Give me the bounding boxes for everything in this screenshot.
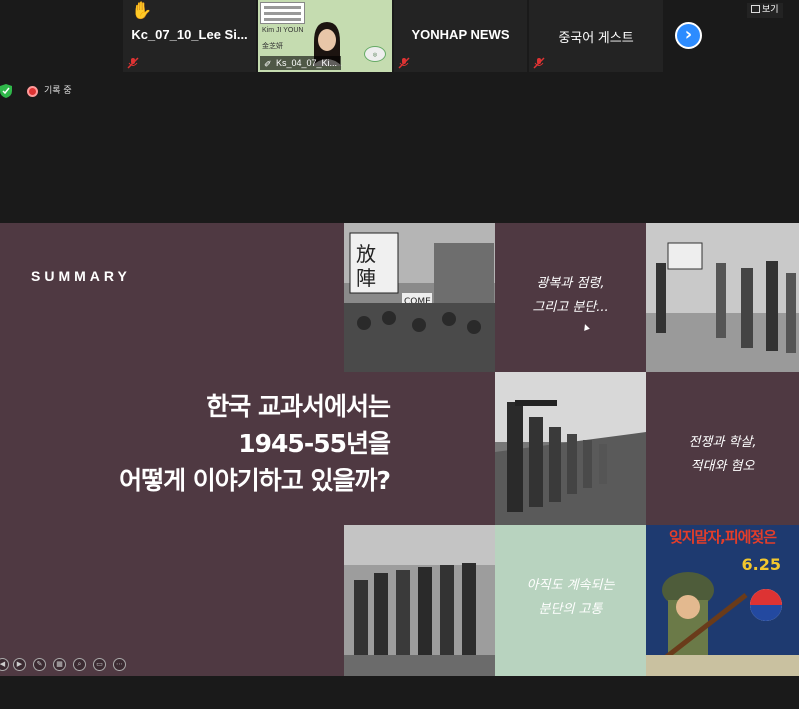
school-logo: ◎ — [364, 46, 386, 62]
caption-line: 전쟁과 학살, — [688, 435, 757, 450]
meeting-window: ✋ Kc_07_10_Lee Si... Kim JI YOUN 金芝妍 ◎ ✐… — [0, 0, 799, 709]
participant-name: Kc_07_10_Lee Si... — [131, 27, 248, 42]
muted-mic-icon — [398, 57, 410, 69]
slides-grid-icon[interactable]: ▦ — [53, 658, 66, 671]
photo-liberation-crowd: 放 陣 COME — [344, 223, 495, 372]
svg-text:陣: 陣 — [356, 266, 376, 290]
raised-hand-icon: ✋ — [131, 1, 153, 21]
shield-icon[interactable] — [0, 84, 12, 98]
poster-625: 잊지말자,피에젖은 6.25 — [646, 525, 799, 676]
photo-soldiers-march — [495, 372, 646, 525]
caption-line: 적대와 혐오 — [690, 459, 755, 474]
participant-tile-chinese-guest[interactable]: 중국어 게스트 — [529, 0, 663, 72]
shared-slide: SUMMARY 한국 교과서에서는 1945-55년을 어떻게 이야기하고 있을… — [0, 223, 799, 676]
photo-prisoners-line — [344, 525, 495, 676]
participant-name: 중국어 게스트 — [558, 30, 634, 45]
comic-image — [260, 2, 305, 24]
subtitles-icon[interactable]: ▭ — [93, 658, 106, 671]
caption-line: 분단의 고통 — [538, 602, 603, 617]
headline-line: 한국 교과서에서는 — [206, 392, 391, 421]
caption-line: 그리고 분단... — [532, 300, 609, 315]
participant-label: ✐ Ks_04_07_Ki... — [260, 56, 342, 70]
slide-summary-title: SUMMARY — [31, 268, 131, 284]
zoom-icon[interactable]: ⌕ — [73, 658, 86, 671]
headline-line: 1945-55년을 — [238, 429, 391, 458]
participant-tile-lee[interactable]: ✋ Kc_07_10_Lee Si... — [123, 0, 256, 72]
chevron-right-icon[interactable]: › — [675, 22, 702, 49]
poster-title: 잊지말자,피에젖은 — [668, 528, 777, 546]
caption-line: 아직도 계속되는 — [526, 578, 615, 593]
caption-card-war: 전쟁과 학살, 적대와 혐오 — [646, 372, 799, 525]
headline-line: 어떻게 이야기하고 있을까? — [119, 466, 391, 495]
video-name-text: Kim JI YOUN — [262, 27, 304, 34]
previous-slide-icon[interactable]: ◀ — [0, 658, 9, 671]
caption-line: 광복과 점령, — [536, 276, 605, 291]
svg-text:放: 放 — [356, 242, 376, 266]
pin-icon: ✐ — [264, 59, 272, 69]
bottom-bar — [0, 676, 799, 709]
caption-card-liberation: 광복과 점령, 그리고 분단... — [495, 223, 646, 372]
recording-label: 기록 중 — [44, 86, 72, 96]
participant-tile-kim[interactable]: Kim JI YOUN 金芝妍 ◎ ✐ Ks_04_07_Ki... — [258, 0, 392, 72]
photo-refugees — [646, 223, 799, 372]
muted-mic-icon — [127, 57, 139, 69]
view-button[interactable]: 보기 — [747, 3, 783, 18]
slide-headline: 한국 교과서에서는 1945-55년을 어떻게 이야기하고 있을까? — [40, 388, 391, 499]
pen-icon[interactable]: ✎ — [33, 658, 46, 671]
grid-icon — [751, 5, 760, 13]
next-slide-icon[interactable]: ▶ — [13, 658, 26, 671]
video-name-hanja: 金芝妍 — [262, 42, 283, 50]
participant-strip: ✋ Kc_07_10_Lee Si... Kim JI YOUN 金芝妍 ◎ ✐… — [0, 0, 799, 74]
more-options-icon[interactable]: ⋯ — [113, 658, 126, 671]
poster-number: 6.25 — [741, 555, 781, 574]
muted-mic-icon — [533, 57, 545, 69]
participant-tile-yonhap[interactable]: YONHAP NEWS — [394, 0, 527, 72]
caption-card-division: 아직도 계속되는 분단의 고통 — [495, 525, 646, 676]
participant-name: YONHAP NEWS — [411, 27, 510, 42]
recording-icon[interactable] — [27, 86, 38, 97]
